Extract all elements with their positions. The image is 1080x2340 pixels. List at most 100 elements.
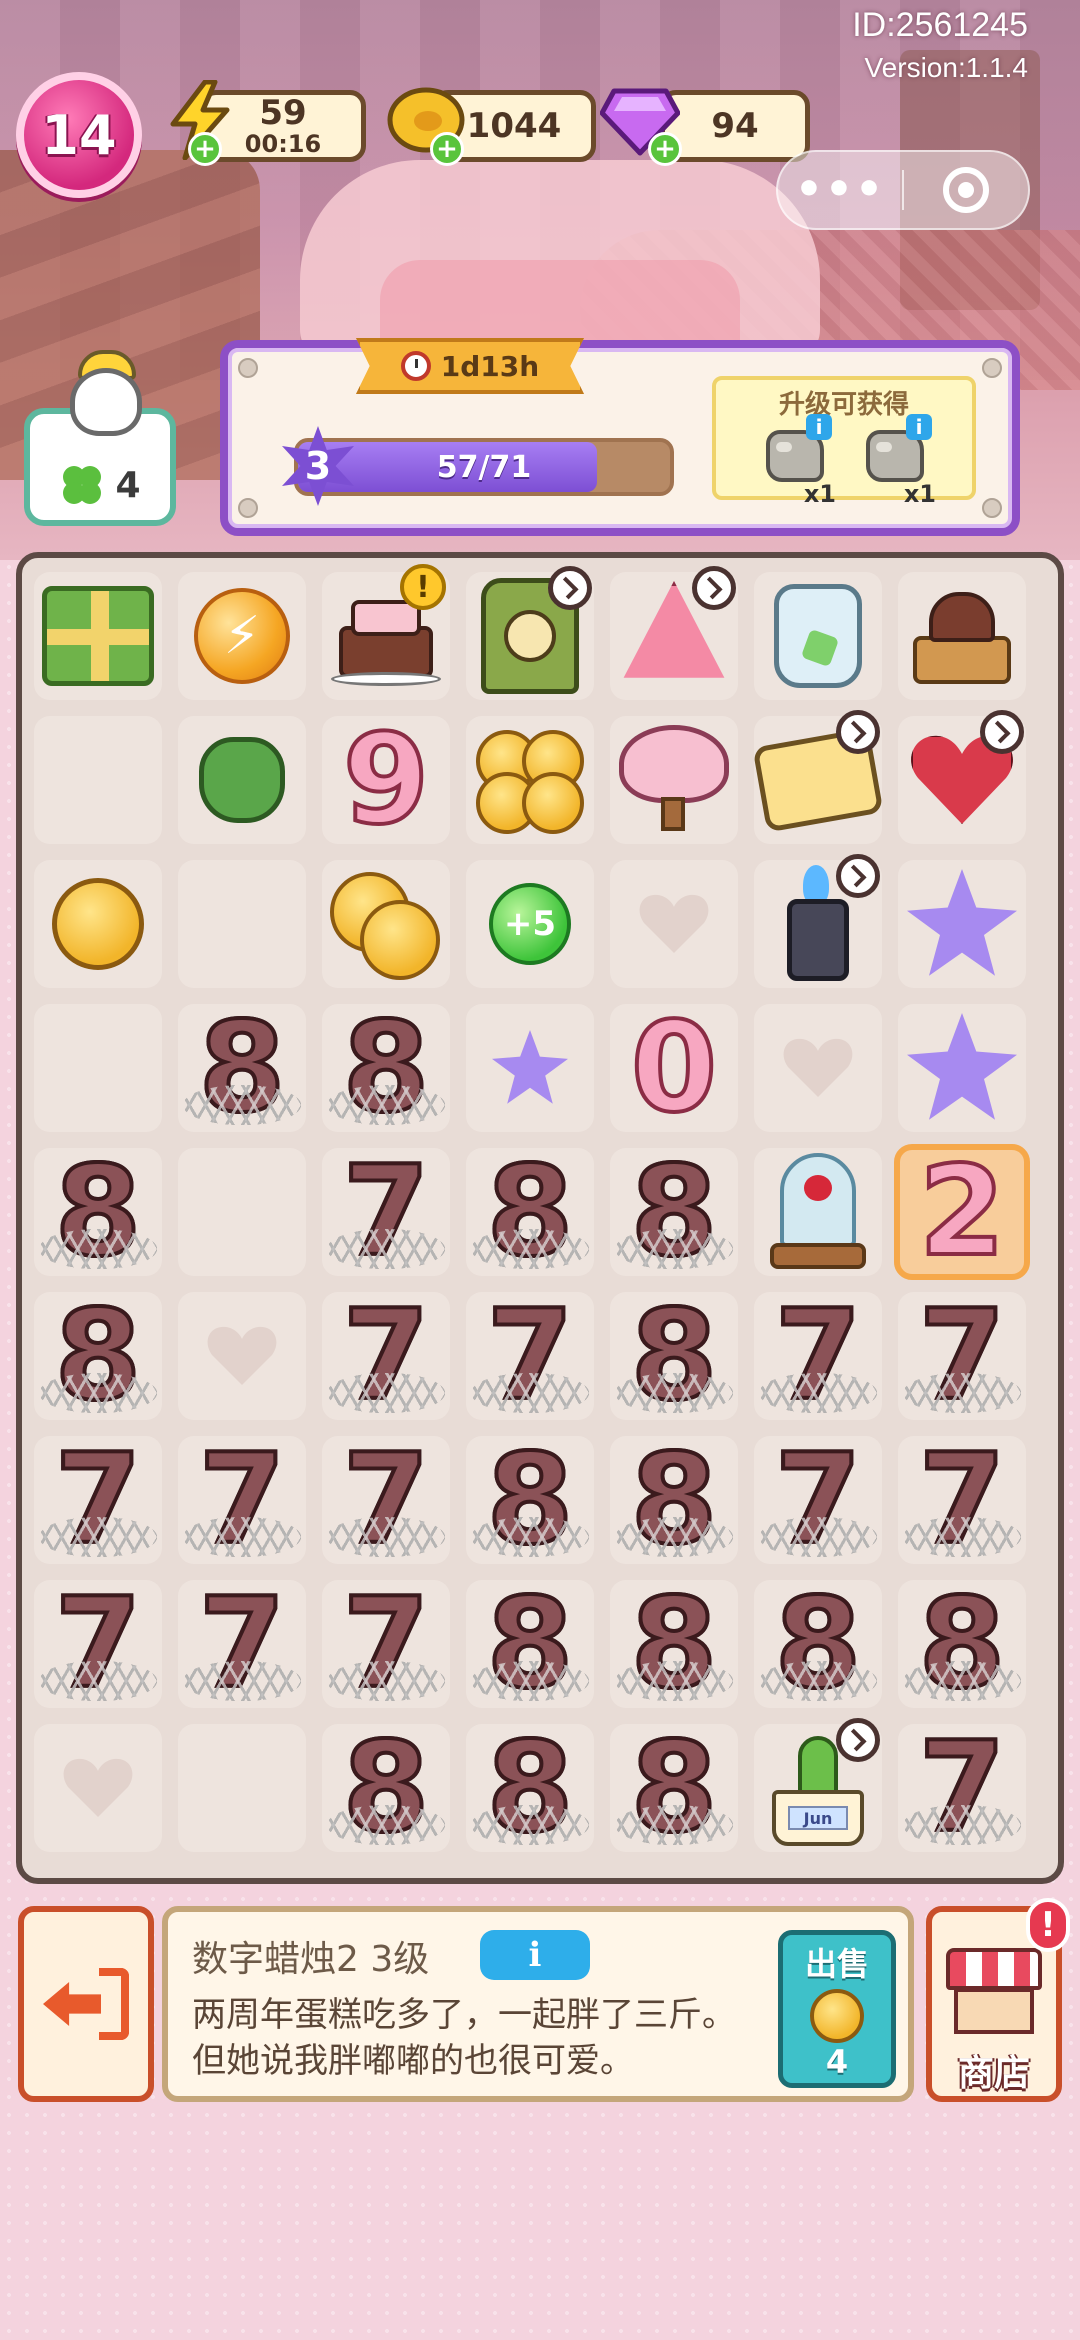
candle-8-cobweb-icon: 8 <box>471 1148 589 1276</box>
candle-8-burnt-item[interactable]: 8 <box>34 1148 162 1276</box>
candle-7-cobweb-icon: 7 <box>327 1436 445 1564</box>
candle-7-burnt-item[interactable]: 7 <box>178 1580 306 1708</box>
candle-0-item[interactable]: 0 <box>610 1004 738 1132</box>
board-cell[interactable] <box>34 716 162 844</box>
candle-8-burnt-item[interactable]: 8 <box>466 1148 594 1276</box>
mini-program-capsule: ••• <box>776 150 1030 230</box>
gem-counter[interactable]: 94 <box>660 90 810 162</box>
candle-7-burnt-item[interactable]: 7 <box>898 1436 1026 1564</box>
coin-stack-large-item[interactable] <box>466 716 594 844</box>
candle-7-burnt-item[interactable]: 7 <box>754 1292 882 1420</box>
candle-8-burnt-item[interactable]: 8 <box>754 1580 882 1708</box>
candle-8-burnt-item[interactable]: 8 <box>34 1292 162 1420</box>
candle-8-cobweb-icon: 8 <box>615 1436 733 1564</box>
candle-8-cobweb-icon: 8 <box>327 1724 445 1852</box>
shop-button[interactable]: 商店 ! <box>926 1898 1070 2102</box>
gift-box-item[interactable] <box>34 572 162 700</box>
reward-item[interactable]: i x1 <box>756 414 836 508</box>
timer-badge-icon <box>548 566 592 610</box>
energy-orb-item[interactable]: ⚡ <box>178 572 306 700</box>
gem-plus-icon[interactable]: + <box>648 132 682 166</box>
blossom-tree-icon <box>615 723 733 837</box>
reward-item[interactable]: i x1 <box>856 414 936 508</box>
coin-icon <box>810 1989 864 2043</box>
quest-timer-ribbon: 1d13h <box>356 338 584 394</box>
candle-8-burnt-item[interactable]: 8 <box>610 1148 738 1276</box>
candle-8-burnt-item[interactable]: 8 <box>898 1580 1026 1708</box>
heart-slot-icon <box>782 1037 854 1099</box>
board-cell[interactable] <box>178 860 306 988</box>
player-level-badge[interactable]: 14 <box>16 72 142 198</box>
candle-7-burnt-item[interactable]: 7 <box>322 1436 450 1564</box>
candle-7-burnt-item[interactable]: 7 <box>178 1436 306 1564</box>
clock-icon <box>400 351 431 381</box>
candle-7-cobweb-icon: 7 <box>903 1292 1021 1420</box>
candle-8-burnt-item[interactable]: 8 <box>466 1724 594 1852</box>
candle-8-cobweb-icon: 8 <box>615 1724 733 1852</box>
candle-7-burnt-item[interactable]: 7 <box>466 1292 594 1420</box>
candle-2-selected-item[interactable]: 2 <box>898 1148 1026 1276</box>
candle-8-burnt-item[interactable]: 8 <box>322 1004 450 1132</box>
merge-board: ⚡! 9 +5 8 8 0 8 7 8 8 2 8 7 7 8 7 7 7 7 7 8 8 7 7 7 7 7 8 8 8 8 8 8 8 Jun 7 <box>16 552 1064 1884</box>
energy-plus-icon[interactable]: + <box>188 132 222 166</box>
energy-orb-icon: ⚡ <box>194 588 290 684</box>
plus5-orb-item[interactable]: +5 <box>466 860 594 988</box>
coin-plus-icon[interactable]: + <box>430 132 464 166</box>
purple-star-item[interactable] <box>898 1004 1026 1132</box>
coin-stack-small-item[interactable] <box>322 860 450 988</box>
guest-card[interactable]: 4 <box>24 350 176 526</box>
candle-8-burnt-item[interactable]: 8 <box>466 1436 594 1564</box>
timer-badge-icon <box>980 710 1024 754</box>
board-cell[interactable] <box>34 1004 162 1132</box>
purple-star-item[interactable] <box>898 860 1026 988</box>
candle-7-burnt-item[interactable]: 7 <box>322 1580 450 1708</box>
candle-0-icon: 0 <box>629 996 719 1140</box>
candle-8-burnt-item[interactable]: 8 <box>610 1580 738 1708</box>
purple-star-small-item[interactable] <box>466 1004 594 1132</box>
candle-9-item[interactable]: 9 <box>322 716 450 844</box>
candle-7-cobweb-icon: 7 <box>759 1436 877 1564</box>
candle-8-burnt-item[interactable]: 8 <box>178 1004 306 1132</box>
sell-button[interactable]: 出售 4 <box>778 1930 896 2088</box>
candle-8-burnt-item[interactable]: 8 <box>466 1580 594 1708</box>
guest-avatar <box>70 368 142 436</box>
coin-item[interactable] <box>34 860 162 988</box>
close-mini-program-icon[interactable] <box>904 167 1028 213</box>
info-icon[interactable]: i <box>906 414 932 440</box>
candle-7-burnt-item[interactable]: 7 <box>898 1724 1026 1852</box>
exit-button[interactable] <box>18 1906 154 2102</box>
coin <box>522 772 584 834</box>
timer-badge-icon <box>836 1718 880 1762</box>
candle-8-burnt-item[interactable]: 8 <box>610 1436 738 1564</box>
board-cell[interactable] <box>178 1724 306 1852</box>
reward-box[interactable]: 升级可获得 i x1 i x1 <box>712 376 976 508</box>
candle-8-burnt-item[interactable]: 8 <box>610 1724 738 1852</box>
screw <box>982 498 1002 518</box>
jar-icon <box>774 584 862 688</box>
candle-7-burnt-item[interactable]: 7 <box>34 1436 162 1564</box>
rose-dome-item[interactable] <box>754 1148 882 1276</box>
cactus-plant <box>798 1736 838 1798</box>
candle-7-burnt-item[interactable]: 7 <box>322 1148 450 1276</box>
heart-slot-icon <box>638 893 710 955</box>
candle-8-burnt-item[interactable]: 8 <box>610 1292 738 1420</box>
blossom-tree-item[interactable] <box>610 716 738 844</box>
candle-8-burnt-item[interactable]: 8 <box>322 1724 450 1852</box>
quest-timer: 1d13h <box>440 349 540 383</box>
candle-8-cobweb-icon: 8 <box>615 1148 733 1276</box>
music-box-item[interactable] <box>898 572 1026 700</box>
candle-7-cobweb-icon: 7 <box>327 1292 445 1420</box>
info-icon[interactable]: i <box>806 414 832 440</box>
jar-item[interactable] <box>754 572 882 700</box>
board-cell[interactable] <box>178 1148 306 1276</box>
candle-7-burnt-item[interactable]: 7 <box>754 1436 882 1564</box>
candle-8-cobweb-icon: 8 <box>183 1004 301 1132</box>
quest-panel[interactable]: 1d13h 57/71 3 升级可获得 i x1 i x1 <box>220 338 1020 536</box>
candle-7-burnt-item[interactable]: 7 <box>34 1580 162 1708</box>
item-info-button[interactable]: i <box>480 1930 590 1980</box>
more-menu-icon[interactable]: ••• <box>778 168 902 212</box>
heart-slot-item <box>178 1292 306 1420</box>
candle-7-burnt-item[interactable]: 7 <box>322 1292 450 1420</box>
money-sack-item[interactable] <box>178 716 306 844</box>
candle-7-burnt-item[interactable]: 7 <box>898 1292 1026 1420</box>
